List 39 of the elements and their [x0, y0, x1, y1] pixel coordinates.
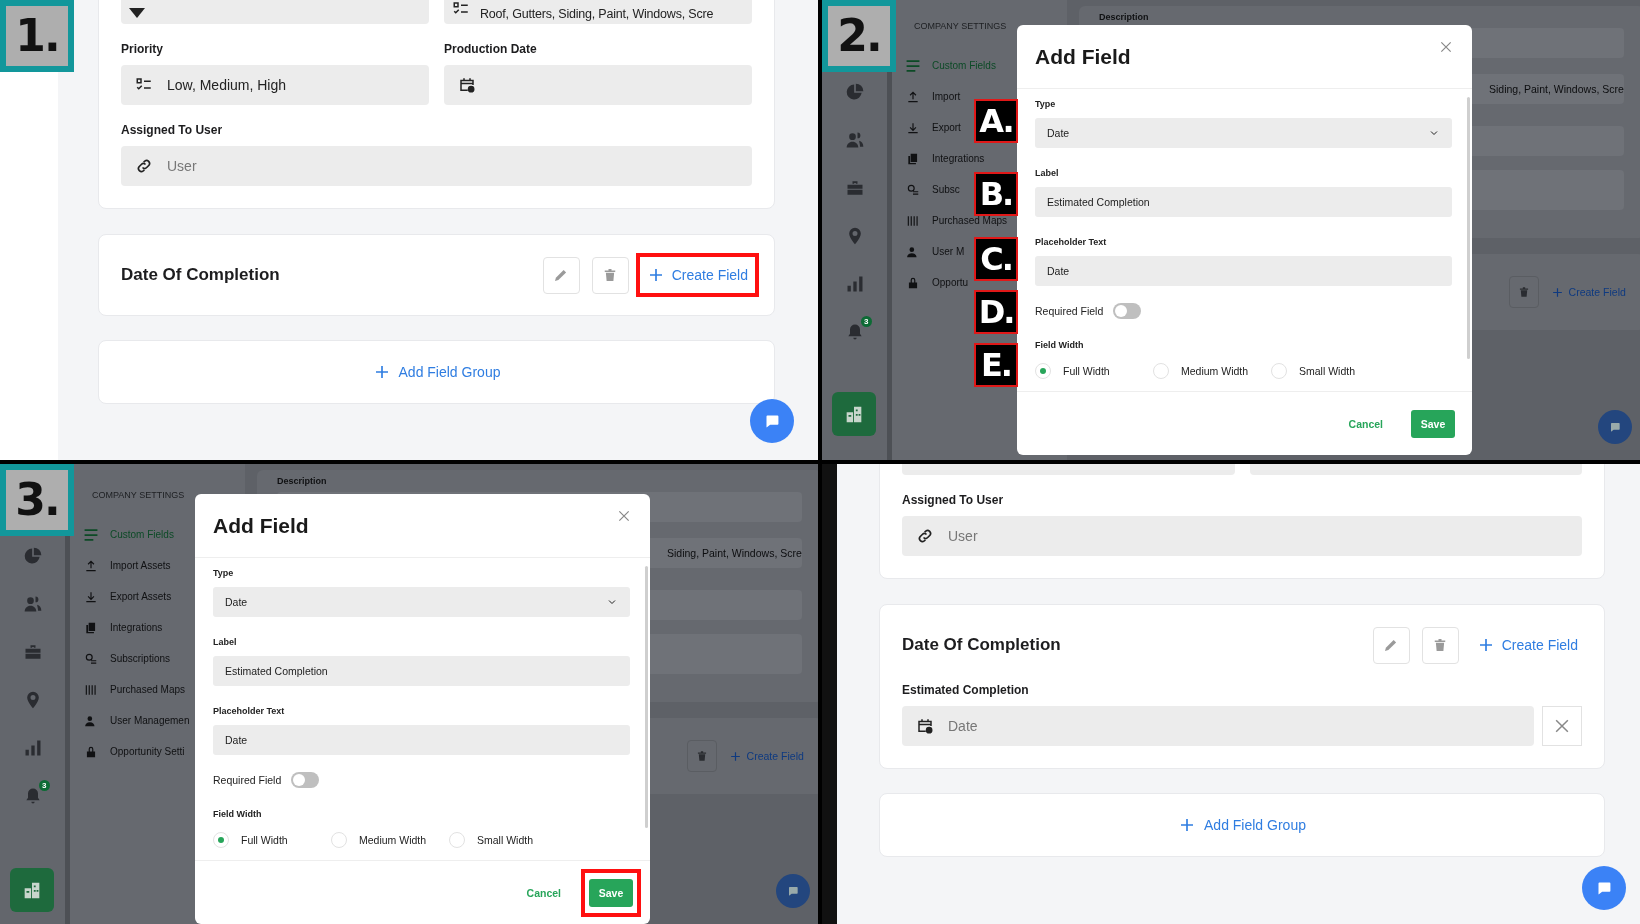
field-label: Estimated Completion — [902, 683, 1030, 697]
notification-count: 3 — [861, 316, 872, 327]
field-label: Production Date — [444, 42, 538, 56]
field-label: Placeholder Text — [213, 705, 286, 717]
option-label: Full Width — [1063, 365, 1110, 377]
field-label: Field Width — [1035, 339, 1085, 351]
step-marker: B. — [974, 172, 1018, 216]
option-label: Small Width — [1299, 365, 1355, 377]
field-label: Placeholder Text — [1035, 236, 1108, 248]
field-label: Required Field — [213, 774, 282, 786]
group-title: Date Of Completion — [121, 265, 281, 285]
group-title: Date Of Completion — [902, 635, 1062, 655]
field-label: Description — [277, 476, 328, 486]
dialog-title: Add Field — [1035, 44, 1132, 69]
option-label: Medium Width — [359, 834, 427, 846]
step-marker: A. — [974, 99, 1018, 143]
field-label: Priority — [121, 42, 164, 56]
notification-count: 3 — [39, 780, 50, 791]
step-badge: 3. — [0, 464, 74, 536]
field-label: Type — [1035, 98, 1057, 110]
step-badge: 2. — [822, 0, 896, 72]
dialog-title: Add Field — [213, 513, 310, 538]
settings-heading: COMPANY SETTINGS — [914, 21, 1008, 31]
step-badge: 1. — [0, 0, 74, 72]
option-label: Medium Width — [1181, 365, 1249, 377]
step-marker: E. — [974, 343, 1018, 387]
option-label: Full Width — [241, 834, 288, 846]
option-label: Small Width — [477, 834, 533, 846]
field-label: Description — [1099, 12, 1150, 22]
field-label: Label — [1035, 167, 1060, 179]
field-label: Type — [213, 567, 235, 579]
field-label: Field Width — [213, 808, 263, 820]
field-label: Assigned To User — [121, 123, 224, 137]
field-label: Label — [213, 636, 238, 648]
settings-heading: COMPANY SETTINGS — [92, 490, 186, 500]
step-marker: D. — [974, 290, 1018, 334]
field-label: Required Field — [1035, 305, 1104, 317]
step-marker: C. — [974, 237, 1018, 281]
field-label: Assigned To User — [902, 493, 1005, 507]
